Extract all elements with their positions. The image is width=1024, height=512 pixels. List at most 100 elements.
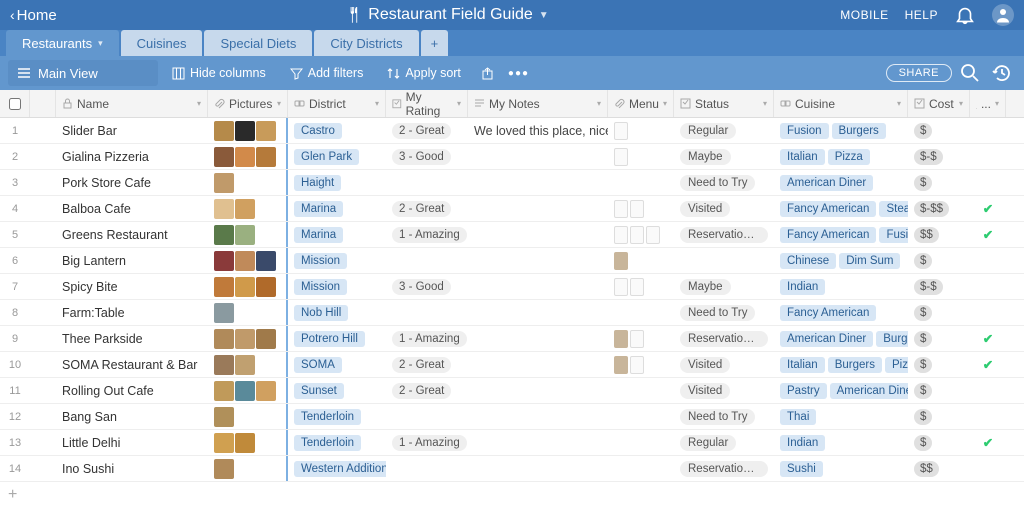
cell-rating[interactable]: 2 - Great <box>386 378 468 403</box>
cell-check[interactable]: ✔ <box>970 222 1006 247</box>
district-tag[interactable]: Potrero Hill <box>294 331 365 347</box>
cell-cost[interactable]: $-$ <box>908 144 970 169</box>
cell-pictures[interactable] <box>208 222 288 247</box>
picture-thumb[interactable] <box>214 277 234 297</box>
cuisine-tag[interactable]: American Diner <box>780 331 873 347</box>
cuisine-tag[interactable]: Indian <box>780 279 825 295</box>
add-table-button[interactable]: + <box>421 30 449 56</box>
cell-district[interactable]: Castro <box>288 118 386 143</box>
cell-menu[interactable] <box>608 378 674 403</box>
cuisine-tag[interactable]: Thai <box>780 409 816 425</box>
cell-district[interactable]: Potrero Hill <box>288 326 386 351</box>
cell-cost[interactable]: $ <box>908 300 970 325</box>
table-row[interactable]: 3Pork Store CafeHaightNeed to TryAmerica… <box>0 170 1024 196</box>
rating-pill[interactable]: 3 - Good <box>392 149 451 165</box>
cuisine-tag[interactable]: Fancy American <box>780 227 876 243</box>
table-row[interactable]: 9Thee ParksidePotrero Hill1 - AmazingRes… <box>0 326 1024 352</box>
cell-check[interactable] <box>970 378 1006 403</box>
cell-cost[interactable]: $ <box>908 248 970 273</box>
cell-check[interactable]: ✔ <box>970 352 1006 377</box>
cell-notes[interactable]: We loved this place, nice … <box>468 118 608 143</box>
attachment-thumb[interactable] <box>614 330 628 348</box>
cuisine-tag[interactable]: Pastry <box>780 383 827 399</box>
picture-thumb[interactable] <box>214 173 234 193</box>
district-tag[interactable]: Marina <box>294 227 343 243</box>
cuisine-tag[interactable]: Chinese <box>780 253 836 269</box>
cuisine-tag[interactable]: Pizza <box>885 357 908 373</box>
status-pill[interactable]: Visited <box>680 383 730 399</box>
cell-cuisine[interactable]: FusionBurgers <box>774 118 908 143</box>
home-button[interactable]: ‹ Home <box>10 7 57 24</box>
cell-menu[interactable] <box>608 196 674 221</box>
attachment-thumb[interactable] <box>614 122 628 140</box>
table-row[interactable]: 14Ino SushiWestern AdditionReservation …… <box>0 456 1024 482</box>
picture-thumb[interactable] <box>256 121 276 141</box>
tab-restaurants[interactable]: Restaurants▾ <box>6 30 119 56</box>
cell-district[interactable]: Tenderloin <box>288 404 386 429</box>
cell-notes[interactable] <box>468 404 608 429</box>
status-pill[interactable]: Need to Try <box>680 409 755 425</box>
cell-menu[interactable] <box>608 456 674 481</box>
cell-pictures[interactable] <box>208 300 288 325</box>
cell-pictures[interactable] <box>208 196 288 221</box>
cuisine-tag[interactable]: Fusion <box>879 227 908 243</box>
cell-cost[interactable]: $ <box>908 352 970 377</box>
tab-cuisines[interactable]: Cuisines <box>121 30 203 56</box>
col-check[interactable]: ...▾ <box>970 90 1006 117</box>
cost-pill[interactable]: $ <box>914 253 932 269</box>
cell-district[interactable]: Haight <box>288 170 386 195</box>
attachment-thumb[interactable] <box>630 330 644 348</box>
picture-thumb[interactable] <box>214 355 234 375</box>
status-pill[interactable]: Reservation … <box>680 227 768 243</box>
cell-rating[interactable] <box>386 248 468 273</box>
col-menu[interactable]: Menu▾ <box>608 90 674 117</box>
picture-thumb[interactable] <box>256 147 276 167</box>
cell-district[interactable]: Marina <box>288 222 386 247</box>
col-name[interactable]: Name▾ <box>56 90 208 117</box>
cell-status[interactable]: Need to Try <box>674 404 774 429</box>
cell-pictures[interactable] <box>208 326 288 351</box>
table-row[interactable]: 6Big LanternMissionChineseDim Sum$ <box>0 248 1024 274</box>
cell-cost[interactable]: $ <box>908 378 970 403</box>
table-row[interactable]: 10SOMA Restaurant & BarSOMA2 - GreatVisi… <box>0 352 1024 378</box>
cell-rating[interactable]: 1 - Amazing <box>386 222 468 247</box>
district-tag[interactable]: Mission <box>294 279 347 295</box>
cell-check[interactable] <box>970 274 1006 299</box>
tab-special-diets[interactable]: Special Diets <box>204 30 312 56</box>
view-selector[interactable]: Main View <box>8 60 158 86</box>
attachment-thumb[interactable] <box>630 200 644 218</box>
cell-menu[interactable] <box>608 430 674 455</box>
cell-check[interactable] <box>970 170 1006 195</box>
col-status[interactable]: Status▾ <box>674 90 774 117</box>
cell-cuisine[interactable]: ChineseDim Sum <box>774 248 908 273</box>
cell-menu[interactable] <box>608 170 674 195</box>
cell-check[interactable] <box>970 404 1006 429</box>
cell-district[interactable]: Nob Hill <box>288 300 386 325</box>
cell-cuisine[interactable]: Indian <box>774 430 908 455</box>
col-pictures[interactable]: Pictures▾ <box>208 90 288 117</box>
cell-rating[interactable]: 3 - Good <box>386 144 468 169</box>
table-row[interactable]: 5Greens RestaurantMarina1 - AmazingReser… <box>0 222 1024 248</box>
cell-status[interactable]: Regular <box>674 430 774 455</box>
notifications-icon[interactable] <box>954 4 976 26</box>
picture-thumb[interactable] <box>235 147 255 167</box>
cell-pictures[interactable] <box>208 404 288 429</box>
cuisine-tag[interactable]: Fusion <box>780 123 829 139</box>
cell-status[interactable]: Visited <box>674 378 774 403</box>
attachment-thumb[interactable] <box>614 200 628 218</box>
mobile-link[interactable]: MOBILE <box>840 8 888 22</box>
status-pill[interactable]: Reservation … <box>680 461 768 477</box>
cell-district[interactable]: Sunset <box>288 378 386 403</box>
table-row[interactable]: 12Bang SanTenderloinNeed to TryThai$ <box>0 404 1024 430</box>
attachment-thumb[interactable] <box>630 356 644 374</box>
cuisine-tag[interactable]: Steak <box>879 201 908 217</box>
cuisine-tag[interactable]: Burgers <box>832 123 886 139</box>
cell-name[interactable]: Slider Bar <box>56 118 208 143</box>
table-row[interactable]: 8Farm:TableNob HillNeed to TryFancy Amer… <box>0 300 1024 326</box>
cell-name[interactable]: Balboa Cafe <box>56 196 208 221</box>
search-button[interactable] <box>956 60 984 86</box>
cuisine-tag[interactable]: Italian <box>780 357 825 373</box>
cell-notes[interactable] <box>468 456 608 481</box>
cell-menu[interactable] <box>608 404 674 429</box>
picture-thumb[interactable] <box>256 277 276 297</box>
